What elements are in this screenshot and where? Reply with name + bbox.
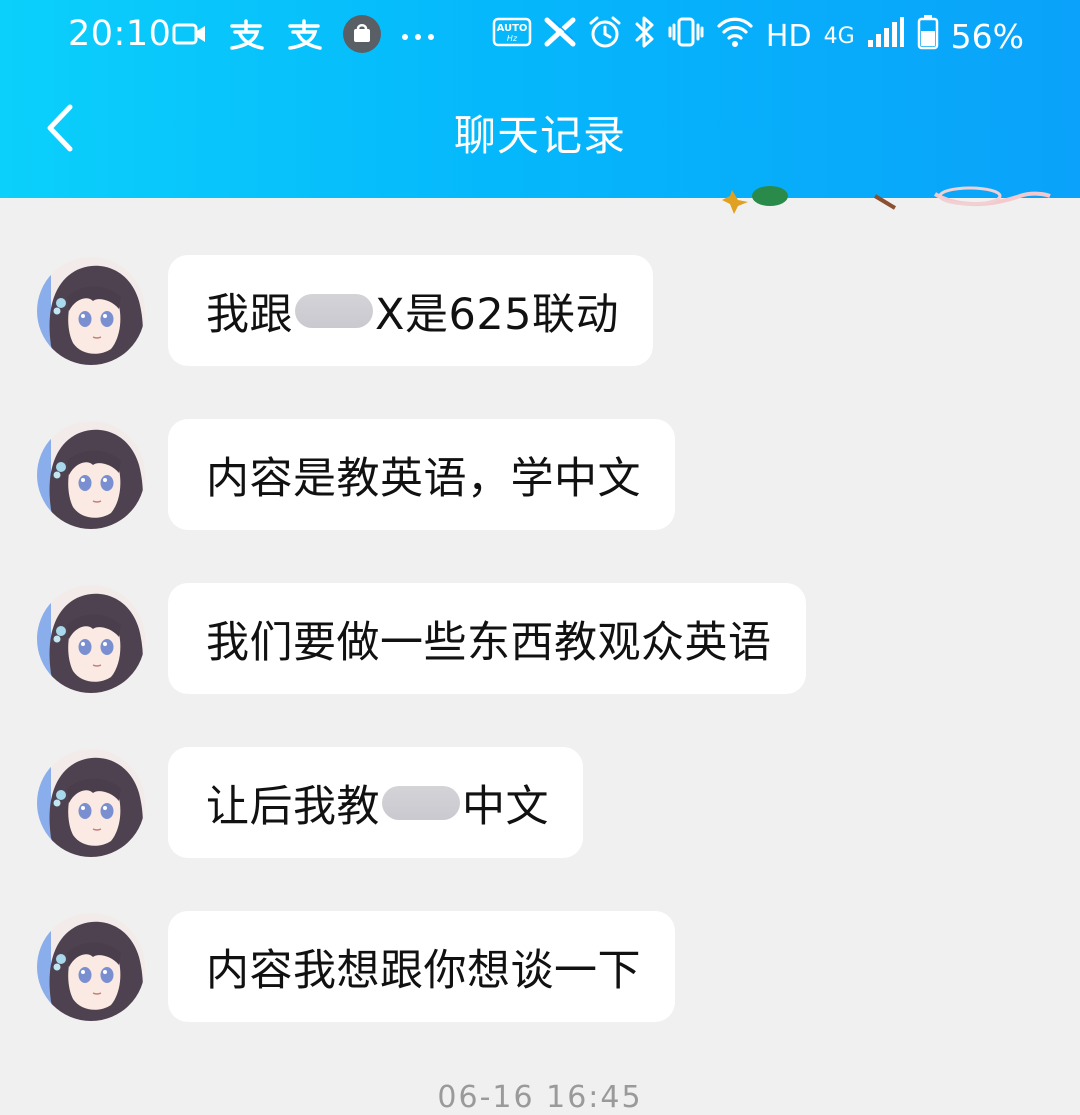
message-text: 我跟: [206, 289, 293, 340]
network-type-label: 4G: [823, 23, 855, 49]
avatar[interactable]: [37, 257, 145, 365]
redaction-blur: [295, 293, 373, 328]
message-row: 内容是教英语，学中文: [0, 419, 1080, 531]
alarm-icon: [588, 15, 622, 57]
message-row: 内容我想跟你想谈一下: [0, 911, 1080, 1023]
video-icon: [172, 21, 208, 51]
battery-icon: [917, 14, 939, 58]
message-row: 我们要做一些东西教观众英语: [0, 583, 1080, 695]
message-bubble[interactable]: 内容是教英语，学中文: [168, 419, 675, 530]
bluetooth-icon: [634, 15, 656, 57]
message-text: 让后我教: [206, 781, 380, 832]
avatar[interactable]: [37, 913, 145, 1021]
message-bubble[interactable]: 我跟 X是625联动: [168, 255, 654, 366]
status-right-icons: AUTO Hz HD 4G 56%: [492, 14, 1024, 58]
svg-text:Hz: Hz: [507, 34, 518, 43]
signal-icon: [867, 16, 905, 56]
avatar[interactable]: [37, 585, 145, 693]
vibrate-icon: [668, 16, 704, 56]
message-text: 内容我想跟你想谈一下: [206, 945, 641, 996]
auto-hz-icon: AUTO Hz: [492, 17, 532, 55]
redaction-blur: [382, 785, 460, 820]
avatar[interactable]: [37, 421, 145, 529]
message-row: 我跟 X是625联动: [0, 255, 1080, 367]
message-text: 内容是教英语，学中文: [206, 453, 641, 504]
more-icon: [400, 27, 436, 46]
top-bar: 20:10 AUTO Hz HD 4G 56% 聊天记录: [0, 0, 1080, 198]
svg-text:AUTO: AUTO: [496, 23, 527, 34]
battery-percent: 56%: [950, 16, 1024, 56]
message-text: 我们要做一些东西教观众英语: [206, 617, 772, 668]
wifi-icon: [716, 15, 754, 57]
alipay-icon: [284, 18, 324, 54]
message-text: X是625联动: [375, 289, 620, 340]
message-bubble[interactable]: 我们要做一些东西教观众英语: [168, 583, 806, 694]
status-time: 20:10: [68, 14, 172, 54]
shopping-icon: [342, 14, 382, 58]
message-text: 中文: [462, 781, 549, 832]
page-title: 聊天记录: [453, 111, 626, 160]
network-label: HD: [765, 18, 812, 54]
message-timestamp: 06-16 16:45: [437, 1080, 643, 1115]
alipay-icon: [226, 18, 266, 54]
x-icon: [544, 17, 576, 55]
status-left-icons: [172, 14, 436, 58]
message-bubble[interactable]: 内容我想跟你想谈一下: [168, 911, 675, 1022]
message-bubble[interactable]: 让后我教 中文: [168, 747, 583, 858]
message-row: 让后我教 中文: [0, 747, 1080, 859]
avatar[interactable]: [37, 749, 145, 857]
